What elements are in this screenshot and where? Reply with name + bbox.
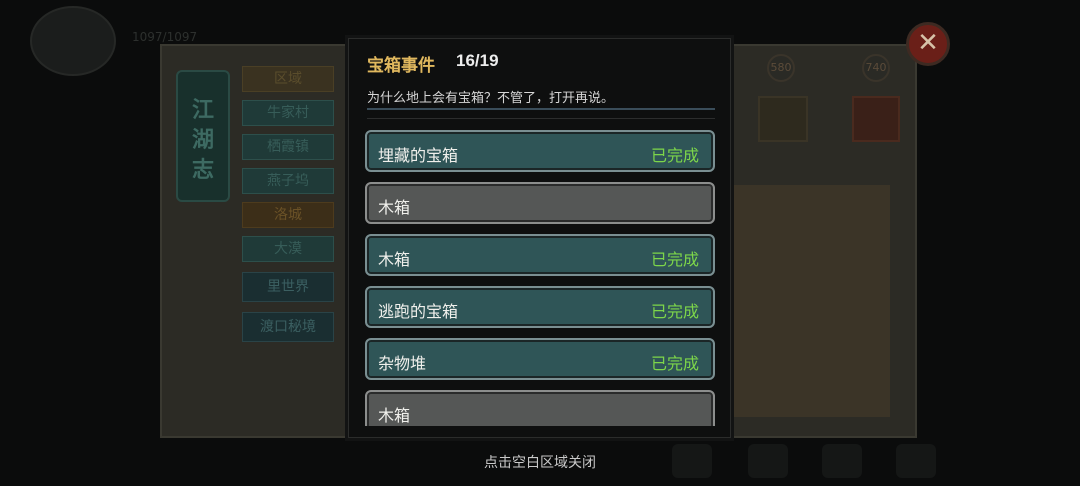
region-item: 燕子坞	[242, 168, 334, 194]
book-title-char: 江	[191, 97, 214, 123]
treasure-event-modal: 宝箱事件 16/19 为什么地上会有宝箱？不管了，打开再说。 埋藏的宝箱 已完成木…	[348, 38, 731, 438]
modal-description: 为什么地上会有宝箱？不管了，打开再说。	[367, 91, 615, 106]
divider	[367, 118, 715, 119]
event-name: 埋藏的宝箱	[378, 146, 459, 165]
inner-world-button: 里世界	[242, 272, 334, 302]
event-row[interactable]: 木箱	[365, 182, 715, 224]
checkmark-icon	[758, 96, 808, 142]
progress-count: 16/19	[456, 51, 499, 70]
completed-status: 已完成	[650, 250, 699, 269]
modal-title: 宝箱事件	[367, 56, 435, 76]
region-item: 大漠	[242, 236, 334, 262]
book-title-char: 湖	[191, 127, 214, 153]
event-row[interactable]: 杂物堆 已完成	[365, 338, 715, 380]
player-avatar	[30, 6, 116, 76]
event-row[interactable]: 埋藏的宝箱 已完成	[365, 130, 715, 172]
event-row[interactable]: 逃跑的宝箱 已完成	[365, 286, 715, 328]
book-title-char: 志	[191, 157, 214, 183]
event-name: 杂物堆	[378, 354, 427, 373]
completed-status: 已完成	[650, 302, 699, 321]
close-hint[interactable]: 点击空白区域关闭	[0, 452, 1080, 472]
stat-badge: 580	[767, 54, 795, 82]
region-header: 区域	[242, 66, 334, 92]
event-name: 逃跑的宝箱	[378, 302, 459, 321]
background-map	[732, 185, 890, 417]
event-name: 木箱	[378, 250, 411, 269]
completed-status: 已完成	[650, 354, 699, 373]
region-item: 牛家村	[242, 100, 334, 126]
region-item: 栖霞镇	[242, 134, 334, 160]
event-name: 木箱	[378, 406, 411, 425]
reward-icon	[852, 96, 900, 142]
event-name: 木箱	[378, 198, 411, 217]
event-row[interactable]: 木箱 已完成	[365, 234, 715, 276]
event-list[interactable]: 埋藏的宝箱 已完成 木箱 木箱 已完成 逃跑的宝箱 已完成 杂物堆 已完成 木箱	[365, 130, 715, 426]
event-row[interactable]: 木箱	[365, 390, 715, 426]
divider	[367, 108, 715, 110]
region-item-active: 洛城	[242, 202, 334, 228]
hp-text: 1097/1097	[132, 30, 198, 44]
stat-badge: 740	[862, 54, 890, 82]
close-icon[interactable]: ✕	[906, 22, 950, 66]
completed-status: 已完成	[650, 146, 699, 165]
ferry-realm-button: 渡口秘境	[242, 312, 334, 342]
region-list: 区域 牛家村 栖霞镇 燕子坞 洛城 大漠 里世界 渡口秘境	[238, 66, 338, 350]
